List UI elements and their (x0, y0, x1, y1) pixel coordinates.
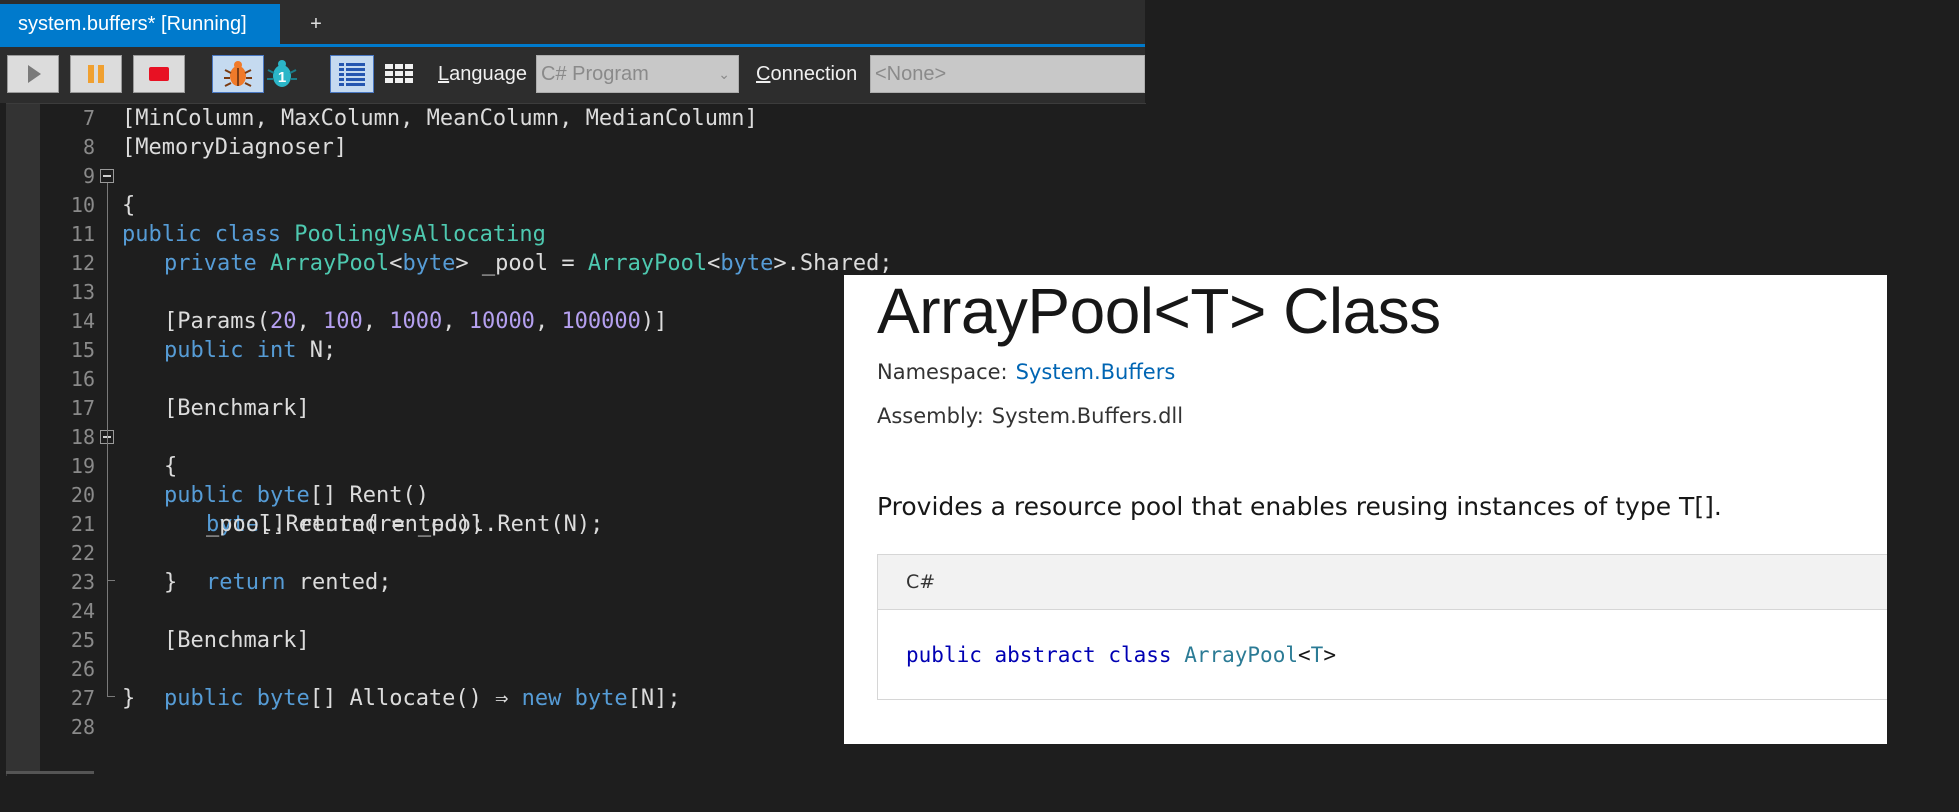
line-number: 18 (70, 425, 95, 449)
svg-text:1: 1 (278, 69, 286, 86)
doc-namespace-row: Namespace: System.Buffers (877, 360, 1175, 384)
language-select[interactable]: C# Program ⌄ (536, 55, 739, 93)
code-text: } (122, 686, 136, 711)
line-number: 28 (70, 715, 95, 739)
new-tab-button[interactable]: + (302, 6, 330, 42)
assembly-value: System.Buffers.dll (991, 404, 1184, 428)
connection-select[interactable]: <None> (870, 55, 1145, 93)
pause-icon (88, 65, 104, 83)
debug-step-button[interactable]: 1 (264, 55, 304, 93)
rich-grid-icon (339, 63, 365, 86)
doc-title: ArrayPool<T> Class (877, 275, 1441, 347)
line-number: 10 (70, 193, 95, 217)
doc-description: Provides a resource pool that enables re… (877, 492, 1722, 521)
tab-query[interactable]: system.buffers* [Running] (0, 4, 280, 44)
debug-toggle-button[interactable] (212, 55, 264, 93)
stop-button[interactable] (133, 55, 185, 93)
code-line: 9 public class PoolingVsAllocating (7, 162, 1146, 247)
code-text: [MemoryDiagnoser] (122, 135, 348, 160)
code-line: 12 (7, 249, 1146, 278)
namespace-link[interactable]: System.Buffers (1016, 360, 1176, 384)
line-number: 12 (70, 251, 95, 275)
code-line: 7 [MinColumn, MaxColumn, MeanColumn, Medi… (7, 104, 1146, 133)
chevron-down-icon: ⌄ (718, 66, 730, 82)
line-number: 17 (70, 396, 95, 420)
line-number: 27 (70, 686, 95, 710)
line-number: 16 (70, 367, 95, 391)
line-number: 25 (70, 628, 95, 652)
line-number: 7 (82, 106, 95, 130)
code-text: { (122, 193, 136, 218)
line-number: 20 (70, 483, 95, 507)
code-line: 8 [MemoryDiagnoser] (7, 133, 1146, 162)
play-icon (28, 65, 41, 83)
line-number: 9 (82, 164, 95, 188)
code-text: [Benchmark] (164, 628, 310, 653)
results-rich-view-button[interactable] (330, 55, 374, 93)
code-language-label: C# (878, 555, 1887, 610)
code-line: 11 private ArrayPool<byte> _pool = Array… (7, 220, 1146, 276)
line-number: 24 (70, 599, 95, 623)
line-number: 8 (82, 135, 95, 159)
run-button[interactable] (7, 55, 59, 93)
line-number: 23 (70, 570, 95, 594)
code-text: } (164, 570, 178, 595)
toolbar: 1 Language C# Program ⌄ Connection <None… (0, 47, 1145, 103)
bug-step-icon: 1 (267, 60, 297, 87)
fold-toggle-icon[interactable] (100, 169, 114, 183)
doc-code-block: C# public abstract class ArrayPool<T> (877, 554, 1887, 700)
stop-icon (149, 67, 169, 81)
assembly-label: Assembly: (877, 404, 984, 428)
fold-guide-end (107, 696, 115, 697)
code-text: [MinColumn, MaxColumn, MeanColumn, Media… (122, 106, 758, 131)
grid-icon (385, 64, 413, 83)
code-line: 10 { (7, 191, 1146, 220)
results-grid-view-button[interactable] (378, 55, 420, 93)
line-number: 11 (70, 222, 95, 246)
line-number: 13 (70, 280, 95, 304)
line-number: 22 (70, 541, 95, 565)
language-label: Language (438, 63, 527, 85)
connection-label: Connection (756, 63, 858, 85)
line-number: 15 (70, 338, 95, 362)
line-number: 21 (70, 512, 95, 536)
namespace-label: Namespace: (877, 360, 1008, 384)
line-number: 14 (70, 309, 95, 333)
documentation-popup: ArrayPool<T> Class Namespace: System.Buff… (844, 275, 1887, 744)
code-text: _pool.Return(rented); (206, 512, 485, 537)
editor-scrollbar[interactable] (6, 771, 94, 774)
pause-button[interactable] (70, 55, 122, 93)
code-signature: public abstract class ArrayPool<T> (906, 643, 1336, 667)
tab-bar: system.buffers* [Running] + (0, 0, 1145, 47)
doc-assembly-row: Assembly: System.Buffers.dll (877, 404, 1183, 428)
code-text: { (164, 454, 178, 479)
editor-margin (6, 104, 40, 772)
line-number: 19 (70, 454, 95, 478)
code-text: [Benchmark] (164, 396, 310, 421)
fold-guide (107, 183, 108, 696)
fold-guide-end (107, 580, 115, 581)
bug-icon (224, 61, 252, 87)
line-number: 26 (70, 657, 95, 681)
